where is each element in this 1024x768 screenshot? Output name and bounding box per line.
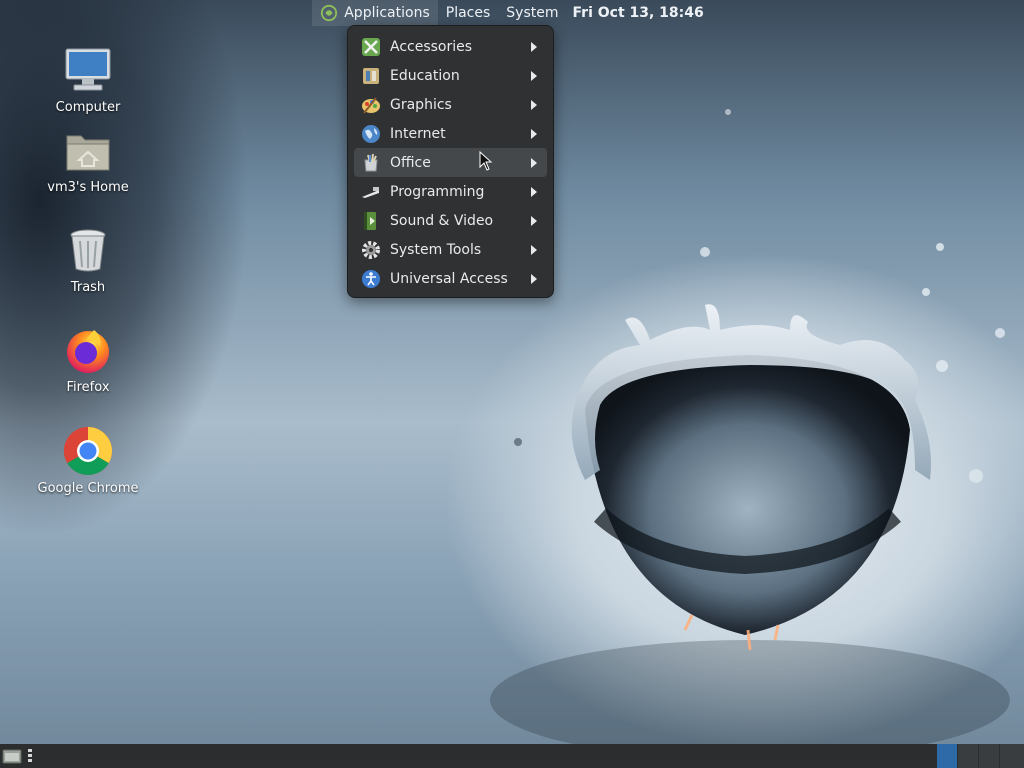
menu-item-label: System Tools	[390, 241, 482, 258]
desktop-icon-chrome[interactable]: Google Chrome	[28, 425, 148, 496]
submenu-arrow-icon	[531, 216, 537, 226]
mouse-cursor-icon	[479, 151, 493, 171]
menu-item-label: Accessories	[390, 38, 473, 55]
desktop-icon-computer[interactable]: Computer	[28, 44, 148, 115]
system-menu-button[interactable]: System	[498, 0, 566, 26]
trash-icon	[70, 229, 106, 272]
submenu-arrow-icon	[531, 274, 537, 284]
submenu-arrow-icon	[531, 42, 537, 52]
submenu-arrow-icon	[531, 158, 537, 168]
internet-icon	[360, 123, 382, 145]
home-folder-icon	[66, 135, 110, 171]
submenu-arrow-icon	[531, 129, 537, 139]
menu-item-system-tools[interactable]: System Tools	[354, 235, 547, 264]
show-desktop-icon[interactable]	[2, 747, 22, 765]
sound-video-icon	[360, 210, 382, 232]
menu-item-office[interactable]: Office	[354, 148, 547, 177]
workspace-4[interactable]	[1000, 744, 1024, 768]
menu-item-label: Office	[390, 154, 431, 171]
applications-label: Applications	[344, 5, 430, 21]
office-icon	[360, 152, 382, 174]
chrome-icon	[63, 427, 113, 476]
computer-icon	[65, 48, 111, 91]
menu-item-universal-access[interactable]: Universal Access	[354, 264, 547, 293]
desktop-icon-label: Trash	[70, 280, 106, 295]
desktop-icon-home[interactable]: vm3's Home	[28, 124, 148, 195]
menu-item-label: Graphics	[390, 96, 452, 113]
submenu-arrow-icon	[531, 187, 537, 197]
menu-item-label: Education	[390, 67, 460, 84]
programming-icon	[360, 181, 382, 203]
menu-item-label: Internet	[390, 125, 446, 142]
menu-item-label: Programming	[390, 183, 485, 200]
bottom-panel	[0, 744, 1024, 768]
desktop-icon-firefox[interactable]: Firefox	[28, 324, 148, 395]
menu-item-education[interactable]: Education	[354, 61, 547, 90]
gear-icon	[360, 239, 382, 261]
top-panel: Applications Places System Fri Oct 13, 1…	[0, 0, 1024, 26]
accessories-icon	[360, 36, 382, 58]
places-menu-button[interactable]: Places	[438, 0, 499, 26]
menu-item-accessories[interactable]: Accessories	[354, 32, 547, 61]
desktop-icon-label: Computer	[55, 100, 121, 115]
desktop-icon-label: Google Chrome	[37, 481, 139, 496]
menu-item-label: Sound & Video	[390, 212, 494, 229]
desktop-icon-trash[interactable]: Trash	[28, 224, 148, 295]
universal-access-icon	[360, 268, 382, 290]
panel-drag-handle[interactable]	[28, 749, 32, 763]
submenu-arrow-icon	[531, 245, 537, 255]
places-label: Places	[445, 5, 491, 21]
workspace-2[interactable]	[958, 744, 978, 768]
mate-logo-icon	[321, 4, 338, 22]
desktop-icon-label: vm3's Home	[47, 180, 129, 195]
firefox-icon	[67, 330, 109, 373]
menu-item-programming[interactable]: Programming	[354, 177, 547, 206]
menu-item-graphics[interactable]: Graphics	[354, 90, 547, 119]
submenu-arrow-icon	[531, 71, 537, 81]
submenu-arrow-icon	[531, 100, 537, 110]
system-label: System	[506, 5, 559, 21]
desktop-icon-label: Firefox	[66, 380, 110, 395]
applications-menu: Accessories Education Graphics Internet	[347, 25, 554, 298]
menu-item-label: Universal Access	[390, 270, 508, 287]
desktop[interactable]: Applications Places System Fri Oct 13, 1…	[0, 0, 1024, 768]
menu-item-sound-video[interactable]: Sound & Video	[354, 206, 547, 235]
applications-menu-button[interactable]: Applications	[312, 0, 438, 26]
graphics-icon	[360, 94, 382, 116]
menu-item-internet[interactable]: Internet	[354, 119, 547, 148]
clock[interactable]: Fri Oct 13, 18:46	[567, 0, 712, 26]
education-icon	[360, 65, 382, 87]
workspace-3[interactable]	[979, 744, 999, 768]
workspace-1[interactable]	[937, 744, 957, 768]
